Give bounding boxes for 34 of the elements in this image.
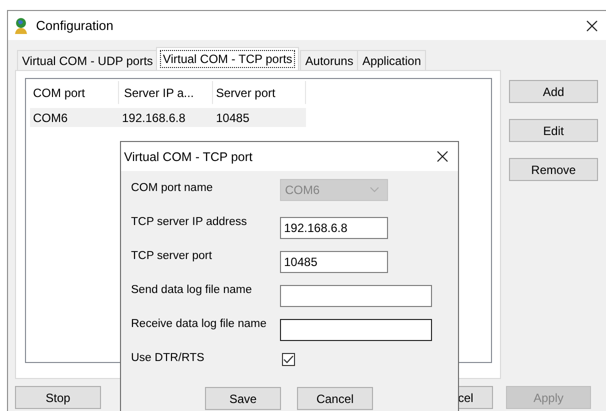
- chevron-icon: [370, 187, 379, 193]
- bottom-button[interactable]: Stop: [15, 386, 101, 409]
- tab[interactable]: Autoruns: [300, 50, 358, 70]
- input-field[interactable]: [280, 285, 432, 307]
- close-icon[interactable]: [437, 151, 448, 162]
- window-title: Configuration: [36, 18, 114, 33]
- dialog-title: Virtual COM - TCP port: [124, 150, 253, 164]
- column-header[interactable]: COM port: [30, 81, 119, 104]
- user-globe-icon: [13, 16, 29, 34]
- close-icon[interactable]: [586, 20, 598, 32]
- column-header[interactable]: Server port: [213, 81, 306, 104]
- table-cell-text: COM6: [32, 110, 69, 126]
- table-row[interactable]: COM6 192.168.6.8 10485: [30, 108, 306, 127]
- dialog-button[interactable]: Cancel: [297, 387, 373, 410]
- field-label: COM port name: [131, 181, 214, 194]
- field-label: TCP server IP address: [131, 215, 248, 228]
- side-button[interactable]: Add: [509, 80, 598, 103]
- input-field[interactable]: 10485: [280, 251, 388, 273]
- input-field[interactable]: 192.168.6.8: [280, 217, 388, 239]
- table-cell-text: 10485: [215, 110, 250, 126]
- field-label: Receive data log file name: [131, 317, 268, 330]
- field-label: Send data log file name: [131, 283, 253, 296]
- tab[interactable]: Virtual COM - UDP ports: [17, 50, 158, 70]
- tab[interactable]: Application: [357, 50, 426, 70]
- field-label: Use DTR/RTS: [131, 351, 206, 364]
- column-header[interactable]: Server IP a...: [119, 81, 213, 104]
- field-label: TCP server port: [131, 249, 213, 262]
- side-button[interactable]: Remove: [509, 158, 598, 181]
- table-cell-text: 192.168.6.8: [121, 110, 186, 126]
- input-field[interactable]: [280, 319, 432, 341]
- checkbox[interactable]: [282, 353, 295, 366]
- dialog-button[interactable]: Save: [205, 387, 281, 410]
- side-button[interactable]: Edit: [509, 119, 598, 142]
- tab[interactable]: Virtual COM - TCP ports: [156, 47, 300, 70]
